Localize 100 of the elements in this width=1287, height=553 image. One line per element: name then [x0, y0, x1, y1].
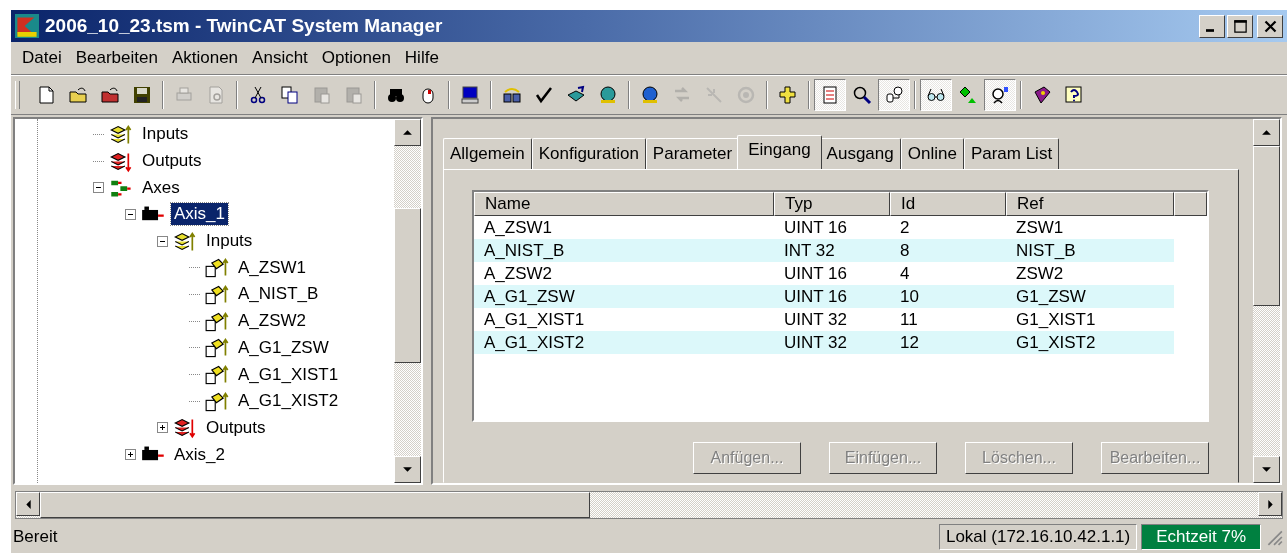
tree-item[interactable]: Axis_2: [171, 443, 229, 466]
down-arrow-icon: [1261, 464, 1272, 475]
expander-icon[interactable]: [157, 422, 168, 434]
maximize-icon: [1232, 18, 1248, 34]
column-header[interactable]: Name: [474, 192, 774, 216]
horizontal-scrollbar[interactable]: [15, 491, 1283, 519]
tab[interactable]: Ausgang: [819, 138, 901, 169]
variable-icon: [205, 256, 230, 280]
tree-item[interactable]: A_NIST_B: [235, 283, 322, 306]
tree-item[interactable]: Axis_1: [171, 203, 229, 226]
table-cell-text: 4: [899, 263, 911, 284]
menu-item[interactable]: Bearbeiten: [68, 48, 165, 68]
list-row[interactable]: A_ZSW2 UINT 16 4 ZSW2: [474, 262, 1174, 285]
toolbar-button[interactable]: [984, 79, 1016, 111]
table-cell-text: ZSW1: [1015, 217, 1065, 238]
table-cell-text: G1_XIST2: [1015, 332, 1097, 353]
diamond-icon: [958, 84, 978, 106]
menu-item[interactable]: Optionen: [314, 48, 398, 68]
book-icon: [1032, 84, 1052, 106]
clipboard-icon: [312, 84, 332, 106]
app-icon: [15, 14, 39, 38]
puzzle-icon: [778, 84, 798, 106]
close-icon: [1262, 18, 1278, 34]
list-row[interactable]: A_G1_ZSW UINT 16 10 G1_ZSW: [474, 285, 1174, 308]
expander-icon[interactable]: [93, 182, 104, 194]
copy-icon: [280, 84, 300, 106]
list-row[interactable]: A_G1_XIST2 UINT 32 12 G1_XIST2: [474, 331, 1174, 354]
computer-icon: [460, 84, 480, 106]
minimize-button[interactable]: [1199, 14, 1225, 38]
output-stack-icon: [173, 416, 198, 440]
vertical-scrollbar[interactable]: [394, 119, 422, 483]
table-cell-text: UINT 32: [783, 332, 848, 353]
tab[interactable]: Param List: [963, 138, 1060, 169]
person-icon: [990, 84, 1010, 106]
scissors-icon: [248, 84, 268, 106]
menu-item[interactable]: Hilfe: [397, 48, 446, 68]
table-cell-text: A_NIST_B: [483, 240, 566, 261]
globe-icon: [598, 84, 618, 106]
document-magnifier-icon: [206, 84, 226, 106]
realtime-status: Echtzeit 7%: [1141, 524, 1261, 550]
close-button[interactable]: [1257, 14, 1283, 38]
globe-icon: [640, 84, 660, 106]
tree-item[interactable]: Outputs: [139, 150, 205, 173]
tab[interactable]: Allgemein: [443, 138, 532, 169]
list-row[interactable]: A_G1_XIST1 UINT 32 11 G1_XIST1: [474, 308, 1174, 331]
tree-item[interactable]: Inputs: [139, 123, 192, 146]
floppy-icon: [132, 84, 152, 106]
tree-item[interactable]: Axes: [139, 176, 183, 199]
table-cell-text: 11: [899, 309, 919, 330]
table-cell-text: UINT 32: [783, 309, 848, 330]
tree-item[interactable]: Outputs: [203, 416, 269, 439]
minimize-icon: [1206, 29, 1214, 32]
menu-item[interactable]: Ansicht: [245, 48, 315, 68]
tree-item[interactable]: A_G1_XIST1: [235, 363, 342, 386]
variable-icon: [205, 363, 230, 387]
menu-item[interactable]: Datei: [15, 48, 69, 68]
clipboard-icon: [344, 84, 364, 106]
list-row[interactable]: A_ZSW1 UINT 16 2 ZSW1: [474, 216, 1174, 239]
table-cell-text: UINT 16: [783, 217, 848, 238]
window-title: 2006_10_23.tsm - TwinCAT System Manager: [45, 15, 444, 37]
tree-item[interactable]: A_ZSW2: [235, 310, 310, 333]
reload-icon: [736, 84, 756, 106]
table-cell-text: 8: [899, 240, 911, 261]
table-cell-text: A_ZSW2: [483, 263, 554, 284]
list-icon: [820, 84, 840, 106]
column-header[interactable]: Id: [890, 192, 1006, 216]
maximize-button[interactable]: [1227, 14, 1253, 38]
table-cell-text: 2: [899, 217, 911, 238]
expander-icon[interactable]: [125, 449, 136, 461]
menu-item[interactable]: Aktionen: [164, 48, 246, 68]
tab[interactable]: Online: [900, 138, 964, 169]
table-cell-text: G1_ZSW: [1015, 286, 1087, 307]
toolbar-button[interactable]: [920, 79, 952, 111]
table-cell-text: 12: [899, 332, 920, 353]
variable-icon: [205, 282, 230, 306]
down-arrow-icon: [402, 464, 414, 475]
variable-icon: [205, 309, 230, 333]
status-message: Bereit: [13, 527, 59, 547]
tree-item[interactable]: A_ZSW1: [235, 256, 310, 279]
tree-item[interactable]: A_G1_XIST2: [235, 390, 342, 413]
toolbar-button[interactable]: [878, 79, 910, 111]
input-stack-icon: [109, 122, 134, 146]
table-cell-text: A_G1_XIST1: [483, 309, 586, 330]
table-cell-text: A_ZSW1: [483, 217, 554, 238]
table-cell-text: 10: [899, 286, 920, 307]
tree-item[interactable]: A_G1_ZSW: [235, 336, 332, 359]
table-cell-text: UINT 16: [783, 263, 848, 284]
table-cell-text: ZSW2: [1015, 263, 1065, 284]
tree-item[interactable]: Inputs: [203, 230, 256, 253]
column-header[interactable]: Typ: [774, 192, 890, 216]
vertical-scrollbar[interactable]: [1253, 119, 1280, 483]
resize-grip-icon[interactable]: [1265, 528, 1283, 546]
plug-icon: [884, 84, 904, 106]
tab[interactable]: Eingang: [737, 135, 822, 169]
table-cell-text: A_G1_ZSW: [483, 286, 576, 307]
expander-icon[interactable]: [125, 208, 136, 220]
list-row[interactable]: A_NIST_B INT 32 8 NIST_B: [474, 239, 1174, 262]
column-header[interactable]: Ref: [1006, 192, 1174, 216]
expander-icon[interactable]: [157, 235, 168, 247]
tab[interactable]: Konfiguration: [531, 138, 646, 169]
